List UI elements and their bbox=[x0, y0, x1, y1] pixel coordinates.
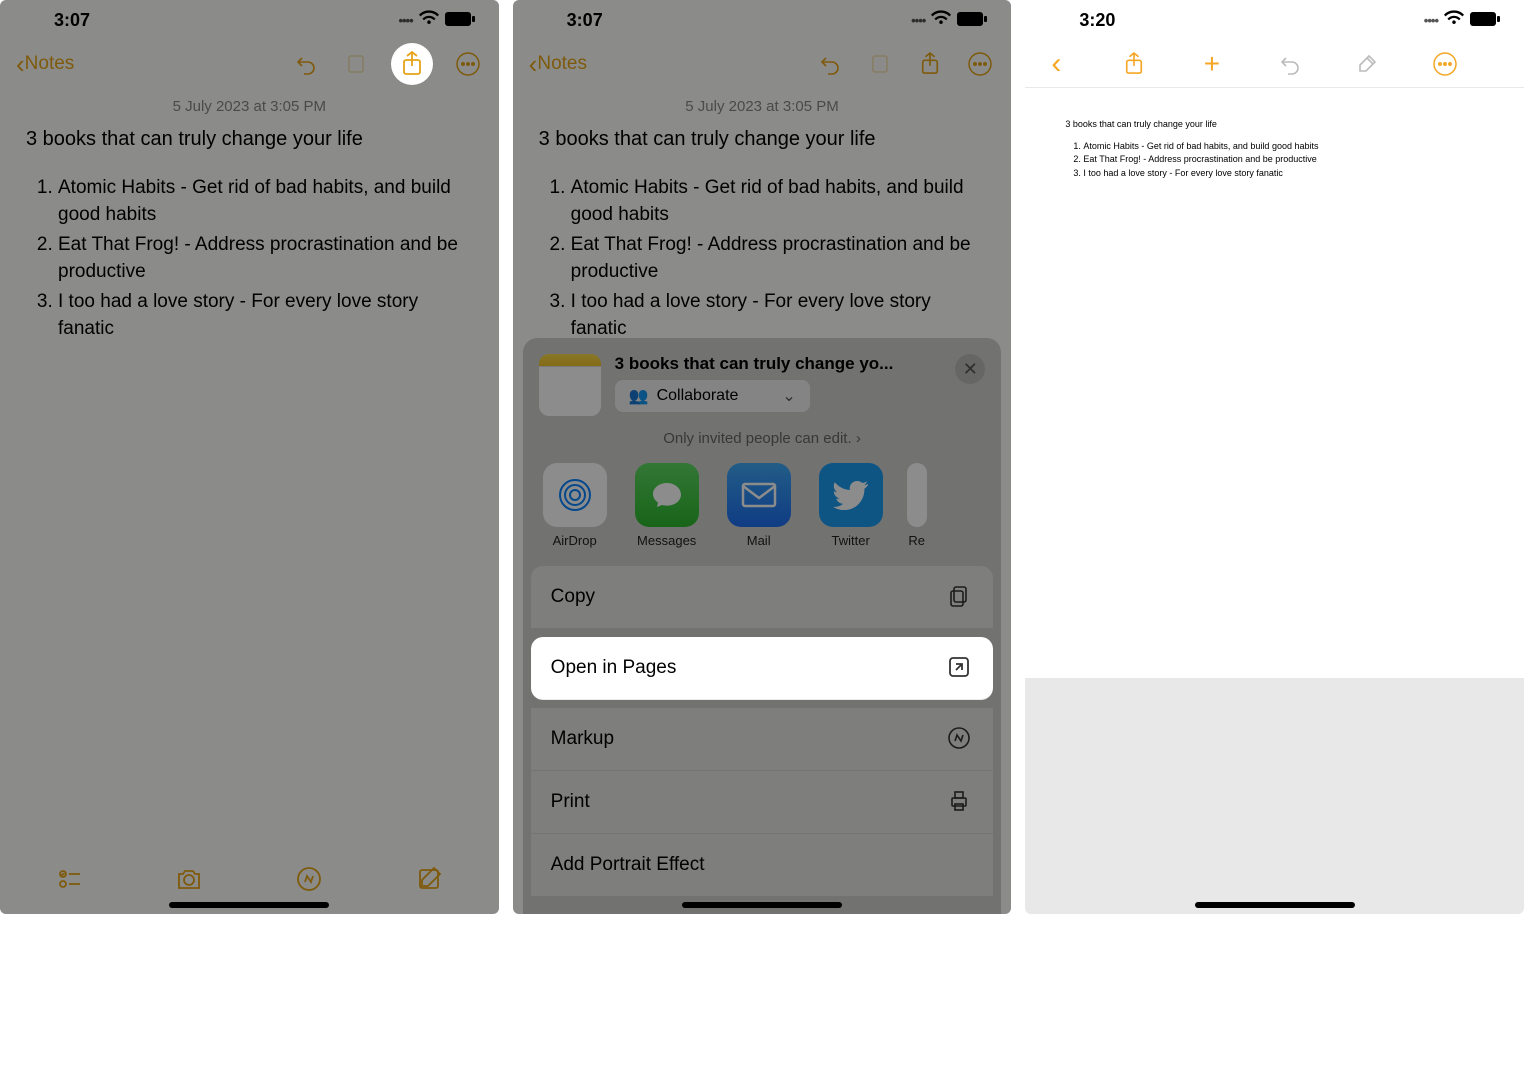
note-list[interactable]: Atomic Habits - Get rid of bad habits, a… bbox=[26, 175, 473, 343]
list-item[interactable]: Atomic Habits - Get rid of bad habits, a… bbox=[58, 175, 473, 228]
wifi-icon bbox=[931, 10, 951, 31]
note-title[interactable]: 3 books that can truly change your life bbox=[26, 125, 473, 153]
back-label: Notes bbox=[25, 53, 75, 75]
close-icon: ✕ bbox=[963, 359, 978, 380]
back-button[interactable]: ‹ bbox=[1041, 49, 1071, 79]
back-button[interactable]: ‹ Notes bbox=[16, 49, 74, 80]
list-item[interactable]: Eat That Frog! - Address procrastination… bbox=[58, 232, 473, 285]
chevron-updown-icon: ⌄ bbox=[782, 386, 795, 406]
share-app-messages[interactable]: Messages bbox=[631, 463, 703, 548]
more-icon[interactable] bbox=[965, 49, 995, 79]
markup-action-icon bbox=[947, 726, 973, 752]
battery-icon bbox=[957, 10, 987, 31]
redo-icon[interactable] bbox=[341, 49, 371, 79]
list-item: Atomic Habits - Get rid of bad habits, a… bbox=[1083, 140, 1484, 154]
sheet-title: 3 books that can truly change yo... bbox=[615, 354, 942, 374]
list-item: I too had a love story - For every love … bbox=[571, 289, 986, 342]
share-button[interactable] bbox=[391, 43, 433, 85]
list-item: Eat That Frog! - Address procrastination… bbox=[1083, 153, 1484, 167]
list-item: Atomic Habits - Get rid of bad habits, a… bbox=[571, 175, 986, 228]
note-title: 3 books that can truly change your life bbox=[539, 125, 986, 153]
collaborate-label: Collaborate bbox=[657, 387, 739, 405]
status-icons: •••• bbox=[398, 10, 474, 31]
note-date: 5 July 2023 at 3:05 PM bbox=[539, 98, 986, 115]
doc-list: Atomic Habits - Get rid of bad habits, a… bbox=[1065, 140, 1484, 181]
action-copy[interactable]: Copy bbox=[531, 566, 994, 629]
cellular-icon: •••• bbox=[398, 13, 412, 28]
share-app-mail[interactable]: Mail bbox=[723, 463, 795, 548]
action-markup[interactable]: Markup bbox=[531, 708, 994, 771]
checklist-icon[interactable] bbox=[55, 864, 85, 894]
undo-icon[interactable] bbox=[815, 49, 845, 79]
camera-icon[interactable] bbox=[174, 864, 204, 894]
undo-icon[interactable] bbox=[291, 49, 321, 79]
back-button[interactable]: ‹ Notes bbox=[529, 49, 587, 80]
status-time: 3:07 bbox=[54, 10, 90, 31]
status-icons: •••• bbox=[1424, 10, 1500, 31]
note-date: 5 July 2023 at 3:05 PM bbox=[26, 98, 473, 115]
cellular-icon: •••• bbox=[911, 13, 925, 28]
list-item[interactable]: I too had a love story - For every love … bbox=[58, 289, 473, 342]
note-thumbnail-icon bbox=[539, 354, 601, 416]
open-external-icon bbox=[947, 655, 973, 681]
cellular-icon: •••• bbox=[1424, 13, 1438, 28]
status-time: 3:20 bbox=[1079, 10, 1115, 31]
more-icon[interactable] bbox=[1430, 49, 1460, 79]
chevron-left-icon: ‹ bbox=[529, 49, 538, 80]
document-body[interactable]: 3 books that can truly change your life … bbox=[1025, 88, 1524, 678]
share-sheet[interactable]: 3 books that can truly change yo... 👥 Co… bbox=[523, 338, 1002, 914]
share-app-more[interactable]: Re bbox=[907, 463, 927, 548]
battery-icon bbox=[1470, 10, 1500, 31]
brush-icon[interactable] bbox=[1352, 49, 1382, 79]
wifi-icon bbox=[1444, 10, 1464, 31]
people-icon: 👥 bbox=[629, 386, 649, 406]
markup-icon[interactable] bbox=[294, 864, 324, 894]
note-list: Atomic Habits - Get rid of bad habits, a… bbox=[539, 175, 986, 343]
copy-icon bbox=[947, 584, 973, 610]
chevron-right-icon: › bbox=[856, 430, 861, 447]
close-sheet-button[interactable]: ✕ bbox=[955, 354, 985, 384]
list-item: Eat That Frog! - Address procrastination… bbox=[571, 232, 986, 285]
collaborate-note[interactable]: Only invited people can edit. › bbox=[523, 430, 1002, 447]
action-open-in-pages[interactable]: Open in Pages bbox=[531, 637, 994, 700]
list-item: I too had a love story - For every love … bbox=[1083, 167, 1484, 181]
more-icon[interactable] bbox=[453, 49, 483, 79]
action-portrait[interactable]: Add Portrait Effect bbox=[531, 834, 994, 896]
keyboard-area bbox=[1025, 678, 1524, 914]
share-icon[interactable] bbox=[1119, 49, 1149, 79]
collaborate-button[interactable]: 👥 Collaborate ⌄ bbox=[615, 380, 810, 412]
home-indicator[interactable] bbox=[169, 902, 329, 908]
share-app-airdrop[interactable]: AirDrop bbox=[539, 463, 611, 548]
chevron-left-icon: ‹ bbox=[16, 49, 25, 80]
portrait-icon bbox=[947, 852, 973, 878]
home-indicator[interactable] bbox=[682, 902, 842, 908]
add-icon[interactable]: + bbox=[1197, 49, 1227, 79]
action-print[interactable]: Print bbox=[531, 771, 994, 834]
home-indicator[interactable] bbox=[1195, 902, 1355, 908]
undo-icon[interactable] bbox=[1275, 49, 1305, 79]
status-time: 3:07 bbox=[567, 10, 603, 31]
share-app-twitter[interactable]: Twitter bbox=[815, 463, 887, 548]
battery-icon bbox=[445, 10, 475, 31]
wifi-icon bbox=[419, 10, 439, 31]
share-icon[interactable] bbox=[915, 49, 945, 79]
status-icons: •••• bbox=[911, 10, 987, 31]
compose-icon[interactable] bbox=[414, 864, 444, 894]
doc-title: 3 books that can truly change your life bbox=[1065, 118, 1484, 132]
redo-icon[interactable] bbox=[865, 49, 895, 79]
back-label: Notes bbox=[537, 53, 587, 75]
print-icon bbox=[947, 789, 973, 815]
